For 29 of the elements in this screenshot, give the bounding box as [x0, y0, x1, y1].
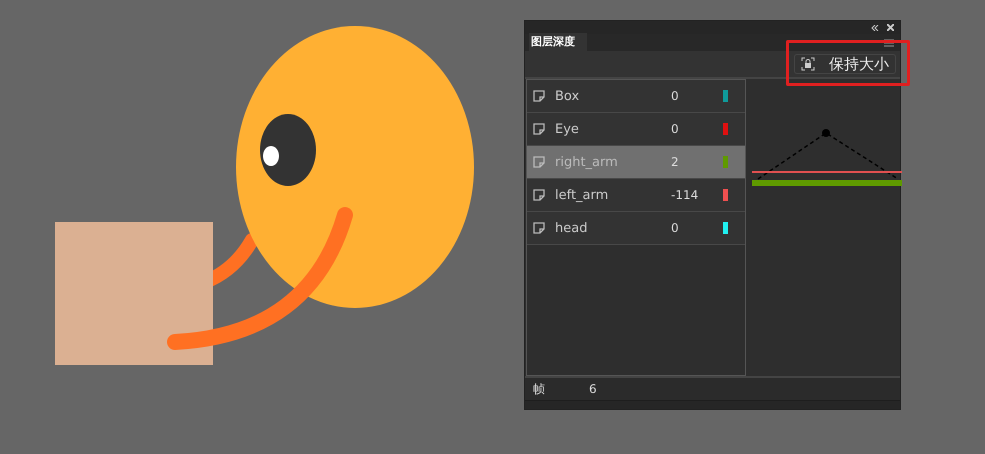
layer-depth: 2	[671, 155, 680, 169]
layer-depth: 0	[671, 221, 680, 235]
layer-row[interactable]: right_arm 2	[527, 146, 745, 179]
layer-depth: 0	[671, 122, 680, 136]
lock-icon	[801, 57, 815, 71]
frame-label: 帧	[533, 380, 545, 398]
layer-name: Box	[555, 88, 580, 104]
layer-icon	[533, 123, 545, 135]
collapse-icon[interactable]	[871, 24, 879, 30]
frame-number: 6	[589, 382, 597, 396]
resize-handle[interactable]	[525, 400, 900, 409]
layer-name: right_arm	[555, 154, 619, 170]
layer-icon	[533, 189, 545, 201]
layer-name: left_arm	[555, 188, 610, 202]
menu-icon[interactable]	[884, 39, 894, 47]
layer-name: head	[555, 220, 588, 236]
layer-icon	[533, 90, 545, 102]
layer-row[interactable]: Eye 0	[527, 113, 745, 146]
layer-depth: -114	[671, 188, 700, 202]
layer-row[interactable]: left_arm -114	[527, 179, 745, 212]
layer-row[interactable]: head 0	[527, 212, 745, 245]
keep-size-button[interactable]: 保持大小	[794, 54, 896, 74]
close-icon[interactable]	[887, 24, 894, 31]
layer-row[interactable]: Box 0	[527, 80, 745, 113]
layer-depth: 0	[671, 89, 680, 103]
panel-tab[interactable]: 图层深度	[529, 33, 587, 51]
layer-name: Eye	[555, 122, 580, 136]
layer-icon	[533, 156, 545, 168]
layer-icon	[533, 222, 545, 234]
